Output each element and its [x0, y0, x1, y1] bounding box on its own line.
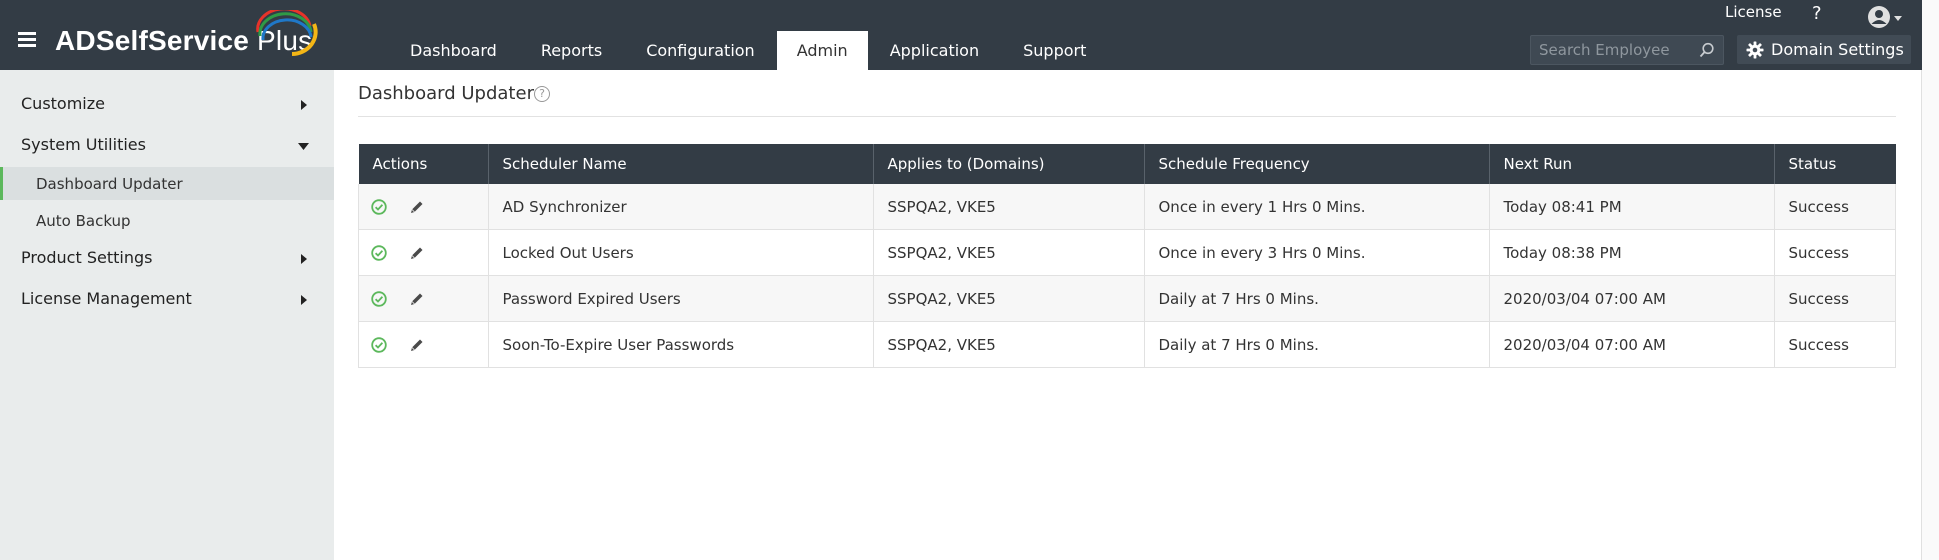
check-circle-icon[interactable]: [371, 199, 387, 215]
column-header-status: Status: [1774, 144, 1896, 184]
check-circle-icon[interactable]: [371, 291, 387, 307]
actions-cell: [358, 275, 489, 322]
scheduler-table: Actions Scheduler Name Applies to (Domai…: [358, 144, 1896, 368]
check-circle-icon[interactable]: [371, 337, 387, 353]
license-link[interactable]: License: [1725, 3, 1782, 21]
sidebar-item-product-settings[interactable]: Product Settings: [0, 239, 334, 275]
pencil-icon[interactable]: [409, 245, 425, 261]
pencil-icon[interactable]: [409, 291, 425, 307]
actions-cell: [358, 229, 489, 276]
search-employee: [1530, 35, 1724, 65]
caret-right-icon: [301, 100, 307, 110]
table-row: Password Expired Users SSPQA2, VKE5 Dail…: [358, 275, 1896, 322]
domains-cell: SSPQA2, VKE5: [873, 321, 1145, 368]
sidebar-item-label: Customize: [21, 94, 105, 113]
tab-admin[interactable]: Admin: [776, 31, 868, 70]
sidebar-item-label: Product Settings: [21, 248, 153, 267]
frequency-cell: Daily at 7 Hrs 0 Mins.: [1144, 321, 1490, 368]
user-menu[interactable]: [1867, 4, 1907, 34]
frequency-cell: Once in every 3 Hrs 0 Mins.: [1144, 229, 1490, 276]
table-row: AD Synchronizer SSPQA2, VKE5 Once in eve…: [358, 184, 1896, 230]
divider: [358, 116, 1896, 117]
pencil-icon[interactable]: [409, 199, 425, 215]
frequency-cell: Once in every 1 Hrs 0 Mins.: [1144, 184, 1490, 230]
column-header-next-run: Next Run: [1489, 144, 1775, 184]
page-title: Dashboard Updater: [358, 83, 534, 104]
page-scrollbar[interactable]: [1922, 0, 1939, 560]
column-header-frequency: Schedule Frequency: [1144, 144, 1490, 184]
next-run-cell: 2020/03/04 07:00 AM: [1489, 321, 1775, 368]
scheduler-name-cell: AD Synchronizer: [488, 184, 874, 230]
scheduler-name-cell: Locked Out Users: [488, 229, 874, 276]
next-run-cell: Today 08:38 PM: [1489, 229, 1775, 276]
table-row: Soon-To-Expire User Passwords SSPQA2, VK…: [358, 321, 1896, 368]
sidebar-item-license-management[interactable]: License Management: [0, 280, 334, 316]
hamburger-icon[interactable]: [18, 32, 36, 47]
column-header-domains: Applies to (Domains): [873, 144, 1145, 184]
scheduler-name-cell: Soon-To-Expire User Passwords: [488, 321, 874, 368]
main-nav: Dashboard Reports Configuration Admin Ap…: [388, 31, 1108, 70]
table-header-row: Actions Scheduler Name Applies to (Domai…: [358, 144, 1896, 184]
tab-dashboard[interactable]: Dashboard: [388, 31, 519, 70]
gear-icon: [1746, 41, 1764, 58]
sidebar: Customize System Utilities Dashboard Upd…: [0, 70, 334, 560]
column-header-actions: Actions: [358, 144, 489, 184]
tab-configuration[interactable]: Configuration: [624, 31, 777, 70]
actions-cell: [358, 184, 489, 230]
sidebar-item-auto-backup[interactable]: Auto Backup: [0, 204, 334, 237]
column-header-scheduler-name: Scheduler Name: [488, 144, 874, 184]
caret-down-icon: [298, 143, 309, 150]
sidebar-item-dashboard-updater[interactable]: Dashboard Updater: [0, 167, 334, 200]
chevron-down-icon: [1894, 16, 1902, 21]
logo-arc-icon: [256, 10, 318, 56]
caret-right-icon: [301, 254, 307, 264]
domain-settings-button[interactable]: Domain Settings: [1737, 35, 1911, 64]
next-run-cell: Today 08:41 PM: [1489, 184, 1775, 230]
help-icon[interactable]: ?: [1812, 3, 1822, 24]
sidebar-item-label: Dashboard Updater: [36, 175, 183, 193]
search-icon[interactable]: [1699, 42, 1715, 58]
next-run-cell: 2020/03/04 07:00 AM: [1489, 275, 1775, 322]
tab-application[interactable]: Application: [868, 31, 1001, 70]
help-circle-icon[interactable]: ?: [534, 86, 550, 102]
pencil-icon[interactable]: [409, 337, 425, 353]
check-circle-icon[interactable]: [371, 245, 387, 261]
domain-settings-label: Domain Settings: [1771, 40, 1904, 59]
tab-reports[interactable]: Reports: [519, 31, 624, 70]
sidebar-item-label: Auto Backup: [36, 212, 131, 230]
sidebar-item-label: License Management: [21, 289, 192, 308]
user-avatar-icon: [1868, 6, 1902, 28]
table-row: Locked Out Users SSPQA2, VKE5 Once in ev…: [358, 229, 1896, 276]
status-cell: Success: [1774, 229, 1896, 276]
scheduler-name-cell: Password Expired Users: [488, 275, 874, 322]
domains-cell: SSPQA2, VKE5: [873, 275, 1145, 322]
actions-cell: [358, 321, 489, 368]
caret-right-icon: [301, 295, 307, 305]
domains-cell: SSPQA2, VKE5: [873, 229, 1145, 276]
status-cell: Success: [1774, 275, 1896, 322]
app-name-bold: ADSelfService: [55, 25, 250, 56]
search-input[interactable]: [1531, 36, 1707, 64]
top-header-bar: ADSelfService Plus Dashboard Reports Con…: [0, 0, 1939, 70]
sidebar-item-customize[interactable]: Customize: [0, 85, 334, 121]
status-cell: Success: [1774, 184, 1896, 230]
status-cell: Success: [1774, 321, 1896, 368]
sidebar-item-system-utilities[interactable]: System Utilities: [0, 126, 334, 162]
tab-support[interactable]: Support: [1001, 31, 1108, 70]
sidebar-item-label: System Utilities: [21, 135, 146, 154]
domains-cell: SSPQA2, VKE5: [873, 184, 1145, 230]
frequency-cell: Daily at 7 Hrs 0 Mins.: [1144, 275, 1490, 322]
